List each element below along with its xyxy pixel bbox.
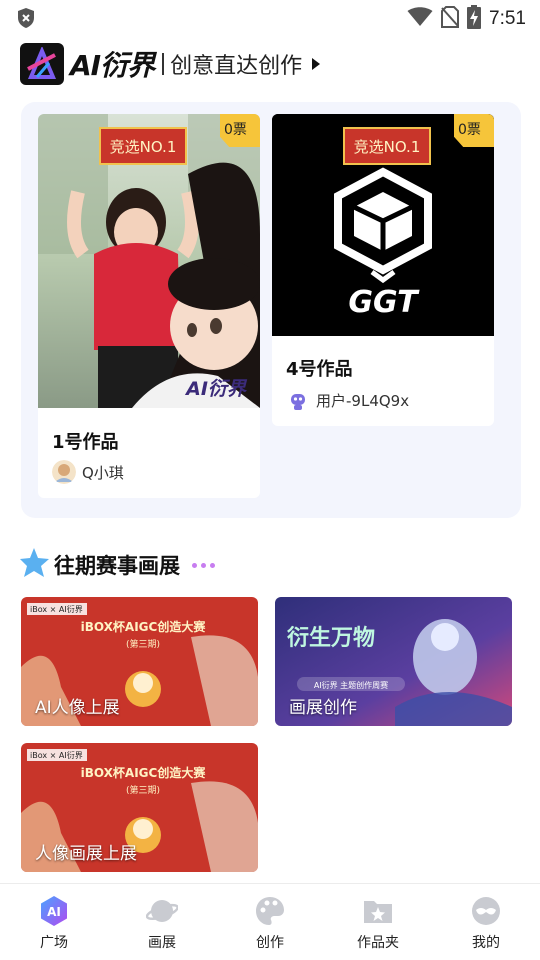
app-logo-icon (20, 43, 64, 85)
poster-title: iBOX杯AIGC创造大赛 (81, 619, 207, 634)
section-title: 往期赛事画展 (54, 554, 180, 578)
watermark-logo: AI衍界 (184, 378, 248, 400)
brand-tag: iBox × AI衍界 (30, 604, 83, 614)
palette-icon (254, 895, 286, 927)
vote-badge: 0票 (454, 114, 494, 147)
no-sim-icon (441, 6, 460, 32)
header-divider (162, 53, 165, 75)
poster-subtitle: AI衍界 主题创作周赛 (314, 680, 388, 690)
nav-label: 广场 (40, 935, 68, 951)
contest-stamp: 竞选NO.1 (354, 138, 421, 156)
author-name: Q小琪 (82, 463, 124, 482)
nav-label: 画展 (148, 935, 176, 951)
avatar (52, 460, 76, 484)
poster-title: 衍生万物 (287, 625, 375, 651)
gallery-card[interactable]: iBox × AI衍界 iBOX杯AIGC创造大赛 (第三期) 人像画展上展 (21, 743, 258, 872)
work-author[interactable]: 用户-9L4Q9x (286, 388, 409, 412)
robot-avatar-icon (286, 388, 310, 412)
nav-item-portfolio[interactable]: 作品夹 (324, 884, 432, 960)
nav-label: 创作 (256, 935, 284, 951)
work-author[interactable]: Q小琪 (52, 460, 124, 484)
vote-count: 0票 (224, 122, 247, 138)
battery-charging-icon (467, 5, 482, 33)
gallery-label: AI人像上展 (35, 698, 120, 718)
gallery-card[interactable]: iBox × AI衍界 iBOX杯AIGC创造大赛 (第三期) AI人像上展 (21, 597, 258, 726)
vote-count: 0票 (458, 122, 481, 138)
folder-star-icon (362, 895, 394, 927)
nav-item-me[interactable]: 我的 (432, 884, 540, 960)
vote-badge: 0票 (220, 114, 260, 147)
author-name: 用户-9L4Q9x (316, 391, 410, 410)
work-title: 1号作品 (52, 432, 119, 453)
work-title: 4号作品 (286, 359, 353, 380)
ggt-logo-text: GGT (348, 285, 420, 320)
bottom-nav: AI 广场 画展 创作 作品夹 我的 (0, 883, 540, 960)
nav-item-create[interactable]: 创作 (216, 884, 324, 960)
poster-subtitle: (第三期) (126, 784, 160, 796)
mask-icon (470, 895, 502, 927)
work-thumbnail[interactable]: 竞选NO.1 AI衍界 (38, 114, 260, 408)
contest-stamp: 竞选NO.1 (110, 138, 177, 156)
nav-item-gallery[interactable]: 画展 (108, 884, 216, 960)
status-bar: 7:51 (0, 0, 540, 36)
work-card[interactable]: 竞选NO.1 GGT 0票 4号作品 用户-9L4Q9x (272, 114, 494, 426)
work-card[interactable]: 竞选NO.1 AI衍界 0票 1号作品 Q小琪 (38, 114, 260, 498)
gallery-card[interactable]: 衍生万物 AI衍界 主题创作周赛 画展创作 (275, 597, 512, 726)
slogan-link[interactable]: 创意直达创作 (170, 48, 302, 80)
work-thumbnail[interactable]: 竞选NO.1 GGT (272, 114, 494, 336)
nav-item-square[interactable]: AI 广场 (0, 884, 108, 960)
nav-label: 作品夹 (357, 935, 399, 951)
wifi-icon (407, 7, 433, 31)
status-time: 7:51 (489, 8, 526, 29)
more-dots-icon[interactable] (192, 562, 215, 568)
star-icon (20, 546, 52, 584)
svg-text:AI: AI (47, 905, 61, 919)
app-name: AI衍界 (70, 49, 155, 82)
app-header[interactable]: AI衍界 创意直达创作 (20, 42, 321, 86)
play-arrow-icon[interactable] (312, 58, 321, 70)
gallery-label: 人像画展上展 (35, 844, 137, 864)
poster-subtitle: (第三期) (126, 638, 160, 650)
nav-label: 我的 (472, 935, 500, 951)
past-events-header: 往期赛事画展 (20, 546, 215, 584)
ai-hexagon-icon: AI (38, 895, 70, 927)
planet-icon (146, 895, 178, 927)
brand-tag: iBox × AI衍界 (30, 750, 83, 760)
gallery-label: 画展创作 (289, 698, 357, 718)
shield-icon (16, 7, 36, 33)
featured-works-panel: 竞选NO.1 AI衍界 0票 1号作品 Q小琪 竞选NO.1 GGT 0票 4号… (21, 102, 521, 518)
poster-title: iBOX杯AIGC创造大赛 (81, 765, 207, 780)
